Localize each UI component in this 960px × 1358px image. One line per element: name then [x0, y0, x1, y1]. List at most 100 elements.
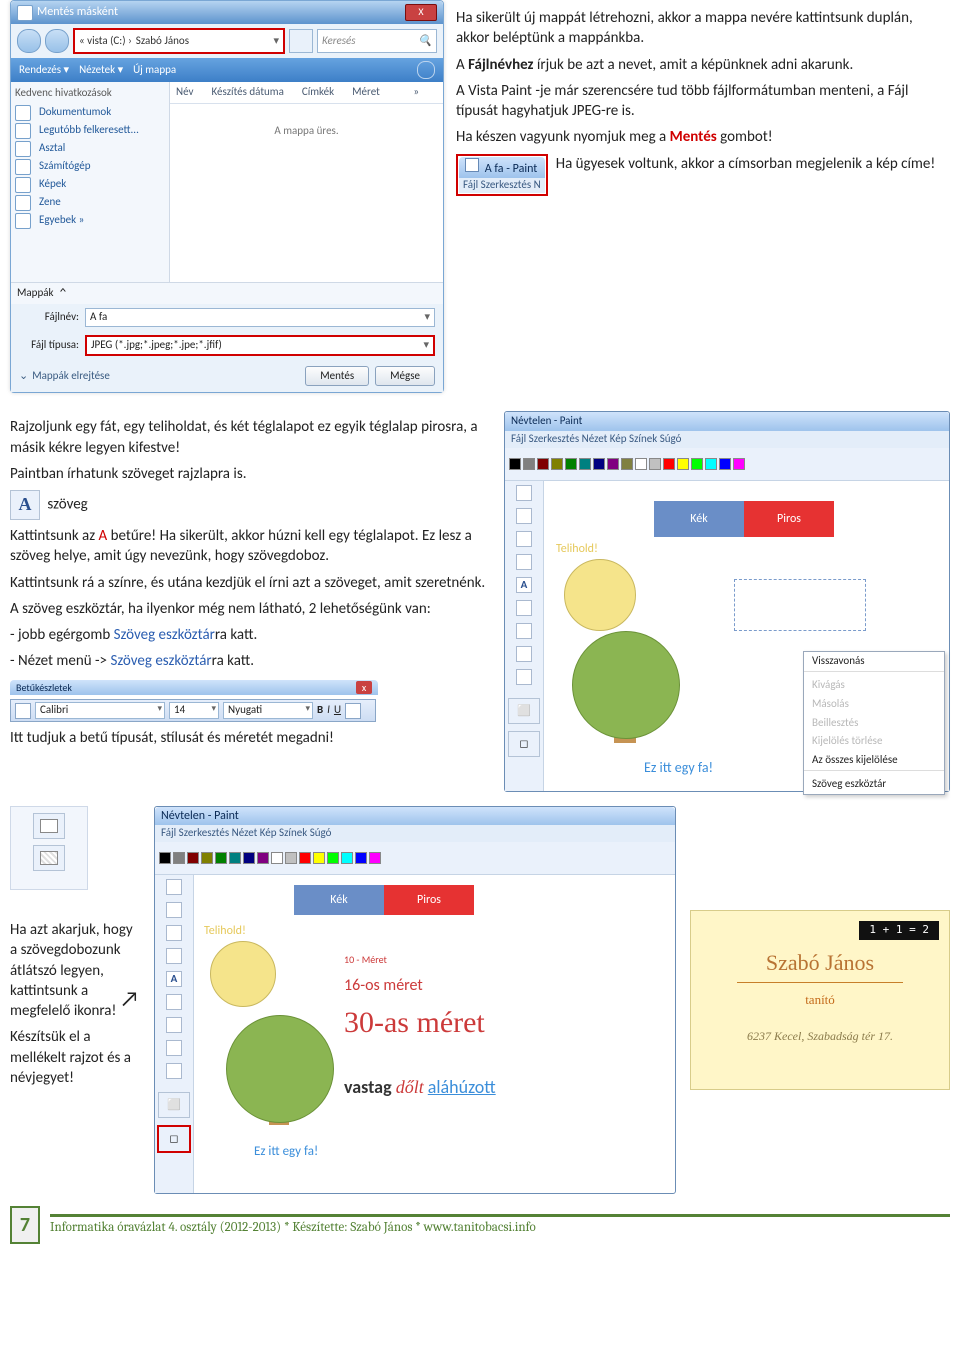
transparent-bg-icon[interactable]: [33, 845, 65, 871]
context-menu[interactable]: Visszavonás Kivágás Másolás Beillesztés …: [803, 651, 945, 795]
moon-circle: [210, 941, 276, 1007]
toolbox[interactable]: A ⬜ ◻: [505, 481, 544, 791]
script-select[interactable]: Nyugati: [223, 702, 313, 719]
transparent-bg-icon[interactable]: ◻: [508, 731, 540, 757]
filename-input[interactable]: A fa▾: [85, 308, 435, 327]
tool-icon[interactable]: [166, 1017, 182, 1033]
column[interactable]: Név: [176, 85, 194, 100]
para: A szöveg: [10, 490, 490, 520]
ctx-item[interactable]: Az összes kijelölése: [804, 751, 944, 770]
paint-canvas[interactable]: Kék Piros Telihold! 10 - Méret 16-os mér…: [194, 875, 675, 1185]
color-palette[interactable]: [155, 842, 675, 875]
opaque-bg-icon[interactable]: ⬜: [508, 698, 540, 724]
cancel-button[interactable]: Mégse: [375, 366, 435, 387]
canvas-caption: Ez itt egy fa!: [644, 759, 713, 778]
column-headers[interactable]: Név Készítés dátuma Címkék Méret »: [170, 82, 443, 104]
tree-crown: [226, 1015, 334, 1123]
folder-icon: [15, 123, 31, 139]
search-input[interactable]: Keresés 🔍: [317, 29, 437, 53]
chevron-right-icon[interactable]: »: [413, 85, 419, 100]
size-30-text: 30-as méret: [344, 1003, 485, 1044]
tool-icon[interactable]: [166, 879, 182, 895]
ctx-item[interactable]: Visszavonás: [804, 652, 944, 671]
tool-icon[interactable]: [516, 646, 532, 662]
tool-icon[interactable]: [166, 925, 182, 941]
folder-icon: [15, 213, 31, 229]
search-placeholder: Keresés: [322, 34, 356, 49]
transparent-bg-icon[interactable]: ◻: [157, 1125, 191, 1153]
column[interactable]: Méret: [352, 85, 380, 100]
folder-icon: [15, 105, 31, 121]
paint-titlebar: Névtelen - Paint: [505, 412, 949, 431]
color-palette[interactable]: [505, 448, 949, 481]
tool-icon[interactable]: [166, 948, 182, 964]
opaque-bg-icon[interactable]: ⬜: [158, 1092, 190, 1118]
tool-icon[interactable]: [166, 1063, 182, 1079]
sidebar-item[interactable]: Számítógép: [15, 158, 165, 176]
close-icon[interactable]: x: [356, 681, 372, 695]
sidebar-item[interactable]: Zene: [15, 194, 165, 212]
filename-label: Fájlnév:: [19, 310, 79, 325]
filetype-select[interactable]: JPEG (*.jpg;*.jpeg;*.jpe;*.jfif)▾: [85, 335, 435, 356]
text-tool-icon[interactable]: A: [516, 577, 532, 593]
text-selection-box[interactable]: [734, 579, 866, 631]
tool-icon[interactable]: [516, 554, 532, 570]
chevron-down-icon[interactable]: ▾: [273, 34, 279, 49]
para: A Vista Paint -je már szerencsére tud tö…: [456, 81, 944, 122]
telihold-label: Telihold!: [556, 541, 598, 557]
para: Készítsük el a mellékelt rajzot és a név…: [10, 1027, 140, 1088]
ctx-item: Beillesztés: [804, 714, 944, 733]
tool-icon[interactable]: [166, 902, 182, 918]
sidebar-item[interactable]: Asztal: [15, 140, 165, 158]
sidebar-item[interactable]: Dokumentumok: [15, 104, 165, 122]
page-footer: 7 Informatika óravázlat 4. osztály (2012…: [10, 1206, 950, 1244]
vertical-text-icon[interactable]: [345, 703, 361, 719]
tool-icon[interactable]: [516, 531, 532, 547]
save-button[interactable]: Mentés: [305, 366, 369, 387]
sidebar-item[interactable]: Egyebek »: [15, 212, 165, 230]
folders-collapser[interactable]: Mappák ˄: [11, 282, 443, 304]
help-icon[interactable]: [417, 61, 435, 79]
paint-menubar[interactable]: Fájl Szerkesztés Nézet Kép Színek Súgó: [155, 825, 675, 842]
views-button[interactable]: Nézetek ▾: [79, 63, 123, 78]
tool-icon[interactable]: [516, 485, 532, 501]
hide-folders-button[interactable]: ⌄ Mappák elrejtése: [11, 365, 118, 388]
new-folder-button[interactable]: Új mappa: [133, 63, 176, 78]
toolbox[interactable]: A ⬜ ◻: [155, 875, 194, 1193]
column[interactable]: Címkék: [302, 85, 334, 100]
para: Kattintsunk az A betűre! Ha sikerült, ak…: [10, 526, 490, 567]
paint-title-highlight: A fa - Paint Fájl Szerkesztés N: [456, 154, 548, 196]
ctx-item[interactable]: Szöveg eszköztár: [804, 775, 944, 794]
paint-canvas[interactable]: Kék Piros Telihold! Ez itt egy fa! Vissz…: [544, 481, 949, 791]
refresh-button[interactable]: [289, 29, 313, 53]
chevron-down-icon: ⌄: [19, 369, 28, 384]
bold-button[interactable]: B: [317, 703, 323, 718]
sidebar-item[interactable]: Képek: [15, 176, 165, 194]
file-list: Név Készítés dátuma Címkék Méret » A map…: [170, 82, 443, 282]
filetype-label: Fájl típusa:: [19, 338, 79, 353]
font-select[interactable]: Calibri: [35, 702, 165, 719]
italic-button[interactable]: I: [327, 703, 330, 718]
sidebar-item[interactable]: Legutóbb felkeresett...: [15, 122, 165, 140]
paint-titlebar-sample: A fa - Paint: [459, 157, 545, 178]
forward-button[interactable]: [45, 29, 69, 53]
tool-icon[interactable]: [516, 669, 532, 685]
tool-icon[interactable]: [166, 1040, 182, 1056]
tool-icon[interactable]: [516, 623, 532, 639]
paint-menubar[interactable]: Fájl Szerkesztés Nézet Kép Színek Súgó: [505, 431, 949, 448]
tool-icon[interactable]: [516, 508, 532, 524]
close-icon[interactable]: X: [405, 4, 437, 21]
organize-button[interactable]: Rendezés ▾: [19, 63, 69, 78]
para: Ha ügyesek voltunk, akkor a címsorban me…: [556, 154, 944, 174]
breadcrumb[interactable]: « vista (C:) › Szabó János ▾: [73, 28, 285, 54]
back-button[interactable]: [17, 29, 41, 53]
underline-button[interactable]: U: [334, 703, 341, 718]
size-select[interactable]: 14: [169, 702, 219, 719]
opaque-bg-icon[interactable]: [33, 813, 65, 839]
para: A szöveg eszköztár, ha ilyenkor még nem …: [10, 599, 490, 619]
para: Ha készen vagyunk nyomjuk meg a Mentés g…: [456, 127, 944, 147]
tool-icon[interactable]: [516, 600, 532, 616]
paint-titlebar: Névtelen - Paint: [155, 807, 675, 825]
blue-rect: Kék: [654, 501, 744, 537]
column[interactable]: Készítés dátuma: [212, 85, 284, 100]
